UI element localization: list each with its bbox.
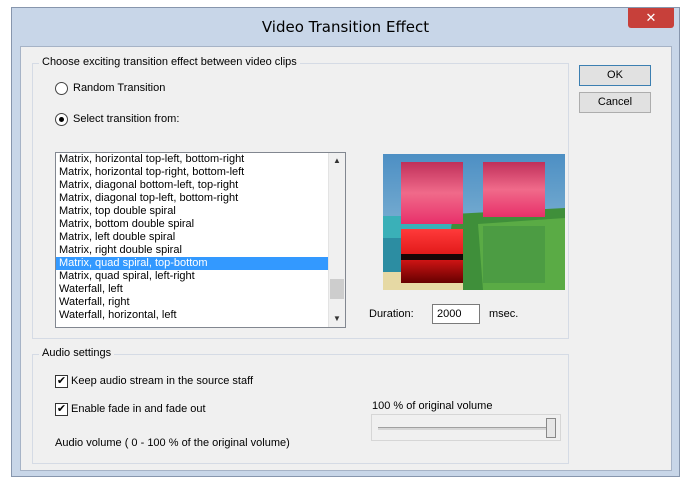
list-item[interactable]: Matrix, horizontal top-right, bottom-lef… — [56, 166, 345, 179]
list-item[interactable]: Waterfall, left — [56, 283, 345, 296]
list-item[interactable]: Matrix, bottom double spiral — [56, 218, 345, 231]
scroll-thumb[interactable] — [330, 279, 344, 299]
duration-input[interactable]: 2000 — [432, 304, 480, 324]
audio-group-legend: Audio settings — [39, 347, 115, 359]
list-scrollbar[interactable]: ▲ ▼ — [328, 153, 345, 327]
list-item[interactable]: Matrix, horizontal top-left, bottom-righ… — [56, 153, 345, 166]
select-transition-radio[interactable] — [55, 113, 68, 126]
volume-readout: 100 % of original volume — [372, 400, 493, 412]
duration-unit: msec. — [489, 308, 519, 320]
list-item[interactable]: Matrix, quad spiral, top-bottom — [56, 257, 345, 270]
random-transition-radio[interactable] — [55, 82, 68, 95]
transition-preview-image — [383, 154, 565, 290]
volume-slider[interactable] — [371, 414, 561, 441]
transition-group-legend: Choose exciting transition effect betwee… — [39, 56, 300, 68]
cancel-button[interactable]: Cancel — [579, 92, 651, 113]
slider-thumb[interactable] — [546, 418, 556, 438]
transition-list[interactable]: Matrix, horizontal top-left, bottom-righ… — [55, 152, 346, 328]
scroll-down-icon[interactable]: ▼ — [329, 311, 345, 327]
keep-audio-label[interactable]: Keep audio stream in the source staff — [71, 375, 253, 387]
slider-track — [378, 427, 554, 430]
audio-group: Audio settings ✔ Keep audio stream in th… — [32, 347, 569, 464]
scroll-up-icon[interactable]: ▲ — [329, 153, 345, 169]
transition-list-items: Matrix, horizontal top-left, bottom-righ… — [56, 153, 345, 322]
list-item[interactable]: Waterfall, right — [56, 296, 345, 309]
random-transition-label[interactable]: Random Transition — [73, 82, 165, 94]
list-item[interactable]: Matrix, diagonal bottom-left, top-right — [56, 179, 345, 192]
list-item[interactable]: Matrix, right double spiral — [56, 244, 345, 257]
close-button[interactable]: ✕ — [628, 8, 674, 28]
list-item[interactable]: Matrix, top double spiral — [56, 205, 345, 218]
duration-label: Duration: — [369, 308, 414, 320]
preview-picture — [383, 154, 565, 290]
volume-label: Audio volume ( 0 - 100 % of the original… — [55, 437, 290, 449]
fade-checkbox[interactable]: ✔ — [55, 403, 68, 416]
keep-audio-checkbox[interactable]: ✔ — [55, 375, 68, 388]
dialog-window: Video Transition Effect ✕ Choose excitin… — [11, 7, 680, 477]
select-transition-label[interactable]: Select transition from: — [73, 113, 179, 125]
transition-group: Choose exciting transition effect betwee… — [32, 56, 569, 339]
list-item[interactable]: Matrix, diagonal top-left, bottom-right — [56, 192, 345, 205]
list-item[interactable]: Matrix, quad spiral, left-right — [56, 270, 345, 283]
dialog-body: Choose exciting transition effect betwee… — [20, 46, 672, 471]
list-item[interactable]: Matrix, left double spiral — [56, 231, 345, 244]
window-title: Video Transition Effect — [261, 18, 430, 36]
list-item[interactable]: Waterfall, horizontal, left — [56, 309, 345, 322]
ok-button[interactable]: OK — [579, 65, 651, 86]
fade-label[interactable]: Enable fade in and fade out — [71, 403, 206, 415]
title-bar[interactable]: Video Transition Effect ✕ — [12, 8, 679, 46]
